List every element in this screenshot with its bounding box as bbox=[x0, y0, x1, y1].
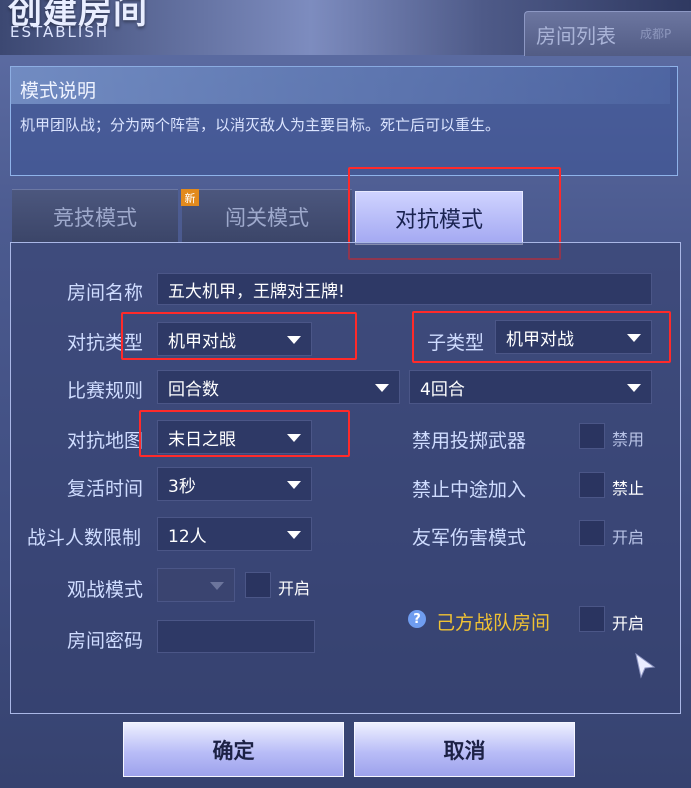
mode-description-text: 机甲团队战；分为两个阵营，以消灭敌人为主要目标。死亡后可以重生。 bbox=[20, 116, 501, 134]
match-rule-label: 比赛规则 bbox=[67, 380, 144, 402]
ban-throw-toggle-label: 禁用 bbox=[612, 430, 645, 449]
respawn-label: 复活时间 bbox=[67, 478, 144, 500]
no-join-toggle-label: 禁止 bbox=[612, 479, 645, 498]
highlight-box-map bbox=[139, 410, 350, 457]
mode-description-header bbox=[10, 66, 670, 104]
room-list-label[interactable]: 房间列表 bbox=[536, 20, 616, 49]
no-join-label: 禁止中途加入 bbox=[412, 479, 527, 501]
mode-description-title: 模式说明 bbox=[20, 80, 97, 102]
chevron-down-icon bbox=[287, 481, 301, 489]
no-join-checkbox[interactable] bbox=[579, 472, 605, 498]
chevron-down-icon bbox=[287, 531, 301, 539]
help-icon[interactable]: ? bbox=[408, 610, 426, 628]
ban-throw-label: 禁用投掷武器 bbox=[412, 430, 527, 452]
team-room-checkbox[interactable] bbox=[579, 606, 605, 632]
spectate-checkbox[interactable] bbox=[245, 572, 271, 598]
player-limit-label: 战斗人数限制 bbox=[27, 527, 142, 549]
map-label: 对抗地图 bbox=[67, 430, 144, 452]
spectate-select[interactable] bbox=[157, 568, 235, 602]
chevron-down-icon bbox=[375, 384, 389, 392]
spectate-label: 观战模式 bbox=[67, 579, 144, 601]
room-list-hint: 成都P bbox=[640, 27, 672, 41]
rounds-select[interactable]: 4回合 bbox=[409, 370, 652, 404]
highlight-box-sub-type bbox=[412, 311, 671, 363]
friendly-fire-toggle-label: 开启 bbox=[612, 528, 645, 547]
respawn-select[interactable]: 3秒 bbox=[157, 467, 312, 501]
friendly-fire-checkbox[interactable] bbox=[579, 520, 605, 546]
respawn-value: 3秒 bbox=[168, 476, 196, 497]
highlight-box-battle-type bbox=[121, 312, 357, 360]
chevron-down-icon bbox=[210, 582, 224, 590]
match-rule-select[interactable]: 回合数 bbox=[157, 370, 400, 404]
new-badge: 新 bbox=[181, 189, 199, 206]
cursor-arrow-icon bbox=[635, 653, 656, 679]
cancel-button[interactable]: 取消 bbox=[354, 722, 575, 777]
player-limit-select[interactable]: 12人 bbox=[157, 517, 312, 551]
ban-throw-checkbox[interactable] bbox=[579, 423, 605, 449]
rounds-value: 4回合 bbox=[420, 379, 465, 400]
spectate-toggle-label: 开启 bbox=[278, 579, 311, 598]
chevron-down-icon bbox=[627, 384, 641, 392]
password-label: 房间密码 bbox=[67, 630, 144, 652]
password-input[interactable] bbox=[157, 620, 315, 653]
room-name-label: 房间名称 bbox=[67, 282, 144, 304]
team-room-label: 己方战队房间 bbox=[436, 612, 551, 634]
tab-challenge[interactable]: 闯关模式 bbox=[182, 189, 352, 243]
player-limit-value: 12人 bbox=[168, 526, 207, 547]
confirm-button[interactable]: 确定 bbox=[123, 722, 344, 777]
team-room-toggle-label: 开启 bbox=[612, 614, 645, 633]
room-name-input[interactable]: 五大机甲，王牌对王牌! bbox=[157, 273, 652, 305]
match-rule-value: 回合数 bbox=[168, 379, 219, 400]
page-subtitle: ESTABLISH bbox=[10, 23, 110, 41]
tab-competitive[interactable]: 竞技模式 bbox=[12, 189, 178, 243]
friendly-fire-label: 友军伤害模式 bbox=[412, 527, 527, 549]
